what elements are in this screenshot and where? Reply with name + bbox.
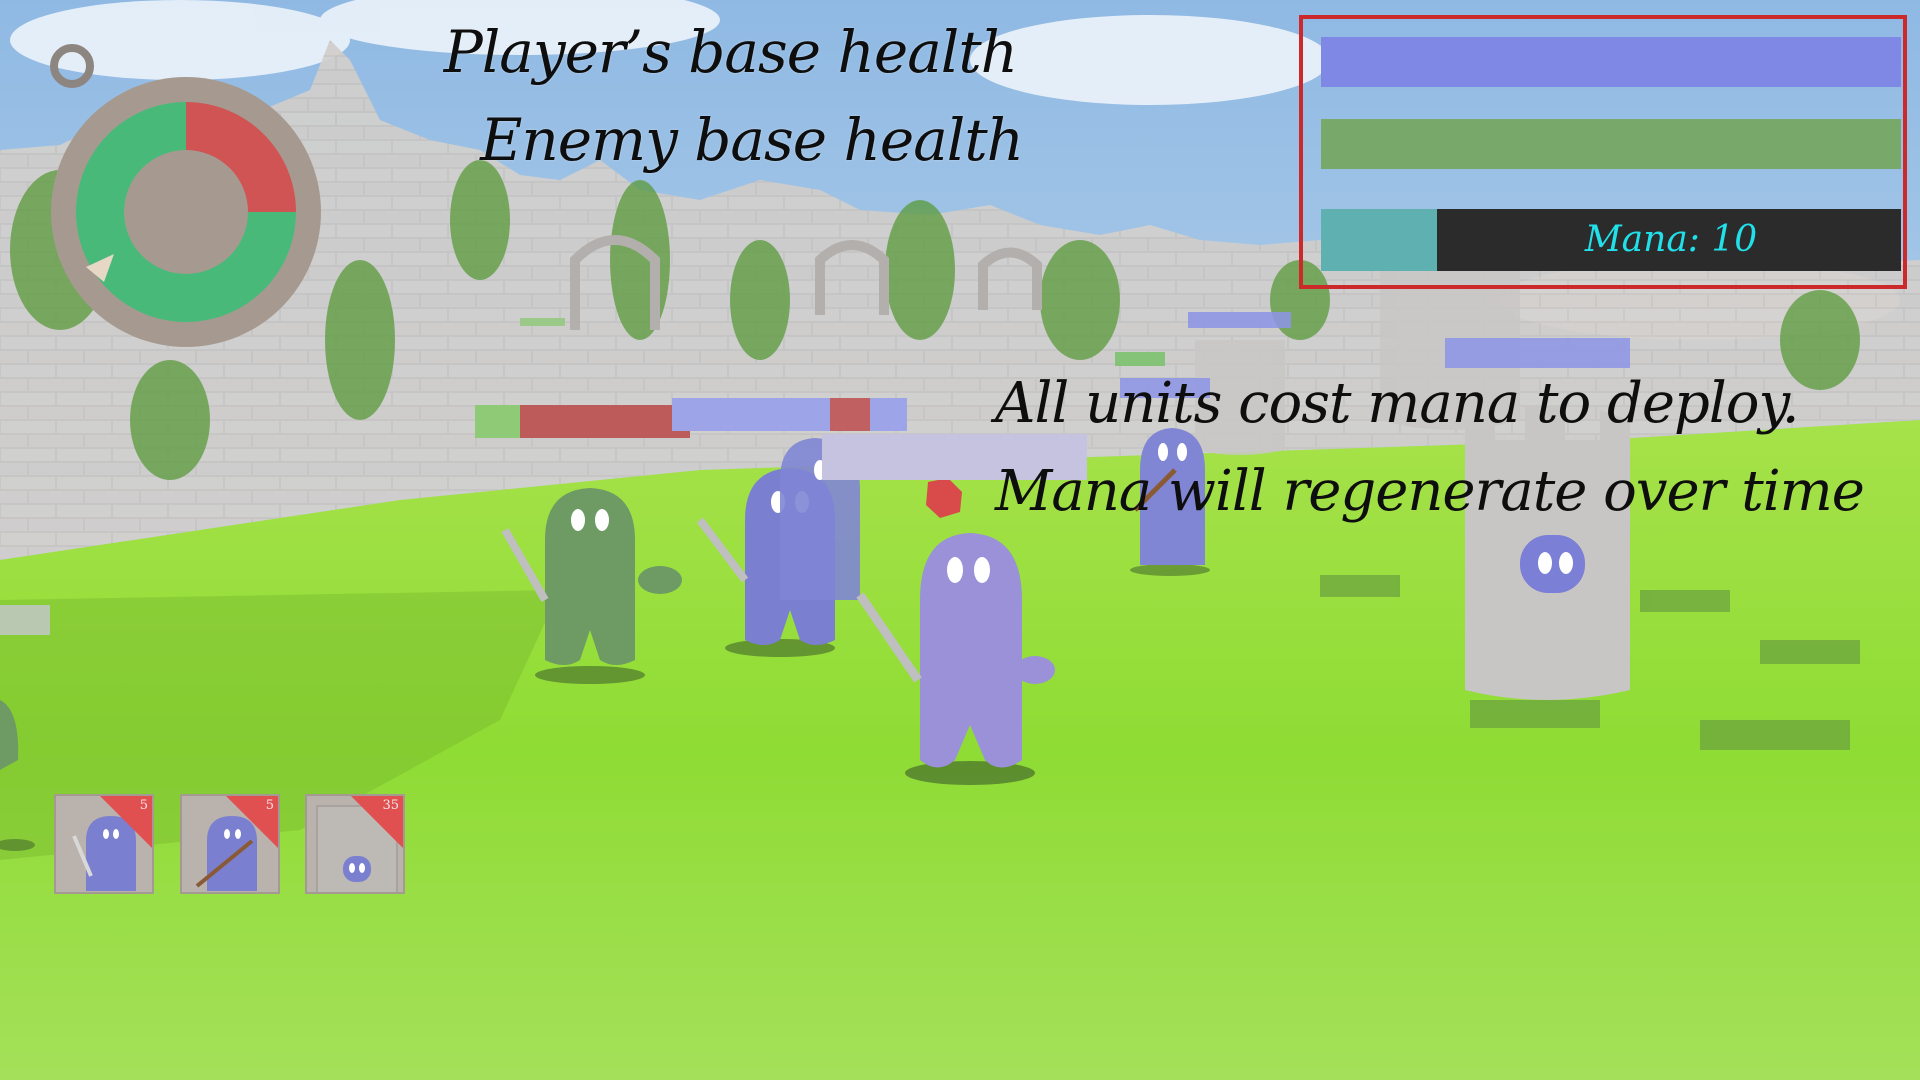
tutorial-line-2: Mana will regenerate over time bbox=[995, 459, 1865, 524]
tutorial-message: All units cost mana to deploy. Mana will… bbox=[995, 360, 1915, 536]
mana-cost-label: 35 bbox=[382, 798, 399, 813]
stopwatch-center bbox=[124, 150, 248, 274]
mana-label: Mana: 10 bbox=[1584, 219, 1758, 260]
tutorial-line-1: All units cost mana to deploy. bbox=[995, 371, 1800, 436]
stopwatch-ring bbox=[50, 44, 94, 88]
mana-bar: Mana: 10 bbox=[1321, 209, 1901, 271]
enemy-base-health-bar bbox=[1321, 119, 1901, 169]
swordsman-card[interactable]: 5 bbox=[54, 794, 154, 894]
player-base-health-fill bbox=[1321, 37, 1901, 87]
player-base-health-bar bbox=[1321, 37, 1901, 87]
enemy-base-health-fill bbox=[1321, 119, 1901, 169]
base-status-panel: Mana: 10 bbox=[1299, 15, 1907, 289]
tower-card[interactable]: 35 bbox=[305, 794, 405, 894]
stopwatch-icon bbox=[50, 44, 321, 347]
mana-cost-label: 5 bbox=[139, 798, 148, 813]
mana-cost-label: 5 bbox=[265, 798, 274, 813]
player-base-health-label: Player’s base health bbox=[443, 18, 1018, 86]
archer-card[interactable]: 5 bbox=[180, 794, 280, 894]
enemy-base-health-label: Enemy base health bbox=[480, 106, 1024, 174]
